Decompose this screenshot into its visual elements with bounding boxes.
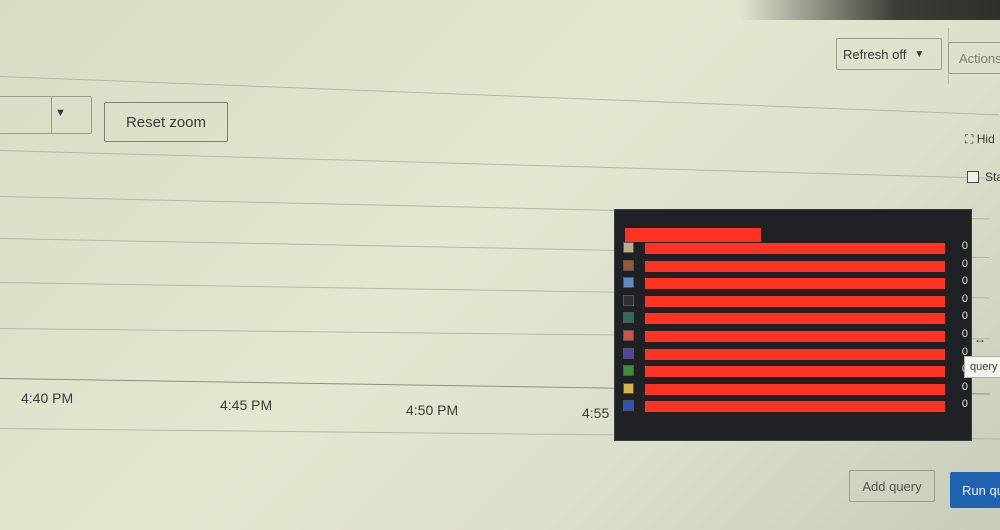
hover-cursor-icon: ↔ <box>974 332 986 346</box>
series-value: 0 <box>961 398 968 411</box>
refresh-select-label: Refresh off <box>843 46 907 62</box>
tooltip-series-row: 0 <box>623 258 968 274</box>
series-label-redacted <box>645 278 945 290</box>
series-value: 0 <box>961 275 968 288</box>
x-tick-label: 4:45 PM <box>220 397 273 413</box>
stacked-checkbox[interactable] <box>967 171 979 183</box>
run-queries-button[interactable]: Run qu <box>950 472 1000 508</box>
series-value: 0 <box>961 380 968 393</box>
tooltip-series-row: 0 <box>623 363 968 379</box>
add-query-label: Add query <box>862 478 922 494</box>
stacked-checkbox-row[interactable]: Sta <box>967 170 1000 184</box>
series-color-swatch <box>623 382 634 394</box>
chevron-down-icon: ▼ <box>914 48 925 60</box>
series-value: 0 <box>961 292 968 305</box>
series-label-redacted <box>645 401 945 413</box>
series-color-swatch <box>623 259 634 271</box>
series-value: 0 <box>961 310 968 323</box>
series-color-swatch <box>623 242 634 253</box>
tooltip-series-row: 0 <box>623 328 968 344</box>
series-label-redacted <box>645 331 945 342</box>
graph-top-border <box>0 150 1000 179</box>
series-label-redacted <box>645 366 945 378</box>
caret-down-icon: ▼ <box>55 107 66 119</box>
screen-bezel-shadow <box>740 0 1000 20</box>
series-color-swatch <box>623 400 634 412</box>
series-color-swatch <box>623 330 634 341</box>
series-color-swatch <box>623 365 634 377</box>
series-color-swatch <box>623 347 634 359</box>
reset-zoom-label: Reset zoom <box>125 113 207 131</box>
stacked-label: Sta <box>985 170 1000 184</box>
zoom-select-divider <box>51 97 52 133</box>
series-label-redacted <box>645 243 945 254</box>
tooltip-series-row: 0 <box>623 240 968 256</box>
hide-graph-label: Hid <box>976 132 995 146</box>
series-color-swatch <box>623 312 634 324</box>
series-color-swatch <box>623 277 634 289</box>
tooltip-series-row: 0 <box>623 293 968 309</box>
tooltip-series-row: 0 <box>623 346 968 362</box>
x-tick-label: 4:55 <box>582 405 610 421</box>
tooltip-series-row: 0 <box>623 310 968 326</box>
reset-zoom-button[interactable]: Reset zoom <box>104 102 228 142</box>
hover-query-tag: query <box>964 356 1000 378</box>
zoom-range-select[interactable]: ▼ <box>0 96 92 134</box>
series-value: 0 <box>961 328 968 340</box>
actions-button[interactable]: Actions <box>948 42 1000 74</box>
series-value: 0 <box>961 240 968 252</box>
graph-tooltip: 0000000000 <box>614 209 972 441</box>
tooltip-series-row: 0 <box>623 398 968 414</box>
series-color-swatch <box>623 294 634 306</box>
actions-label: Actions <box>959 50 1000 66</box>
x-tick-label: 4:50 PM <box>406 402 459 418</box>
series-label-redacted <box>645 313 945 325</box>
hide-graph-toggle[interactable]: ⛶ Hid <box>965 132 995 147</box>
add-query-button[interactable]: Add query <box>849 470 935 502</box>
refresh-interval-select[interactable]: Refresh off ▼ <box>836 38 942 70</box>
x-tick-label: 4:40 PM <box>21 390 74 406</box>
series-value: 0 <box>961 257 968 270</box>
compress-icon: ⛶ <box>965 132 974 146</box>
tooltip-series-row: 0 <box>623 381 968 397</box>
series-label-redacted <box>645 295 945 307</box>
run-query-label: Run qu <box>962 482 1000 498</box>
series-label-redacted <box>645 383 945 395</box>
tooltip-series-row: 0 <box>623 275 968 291</box>
series-label-redacted <box>645 260 945 272</box>
series-label-redacted <box>645 348 945 360</box>
